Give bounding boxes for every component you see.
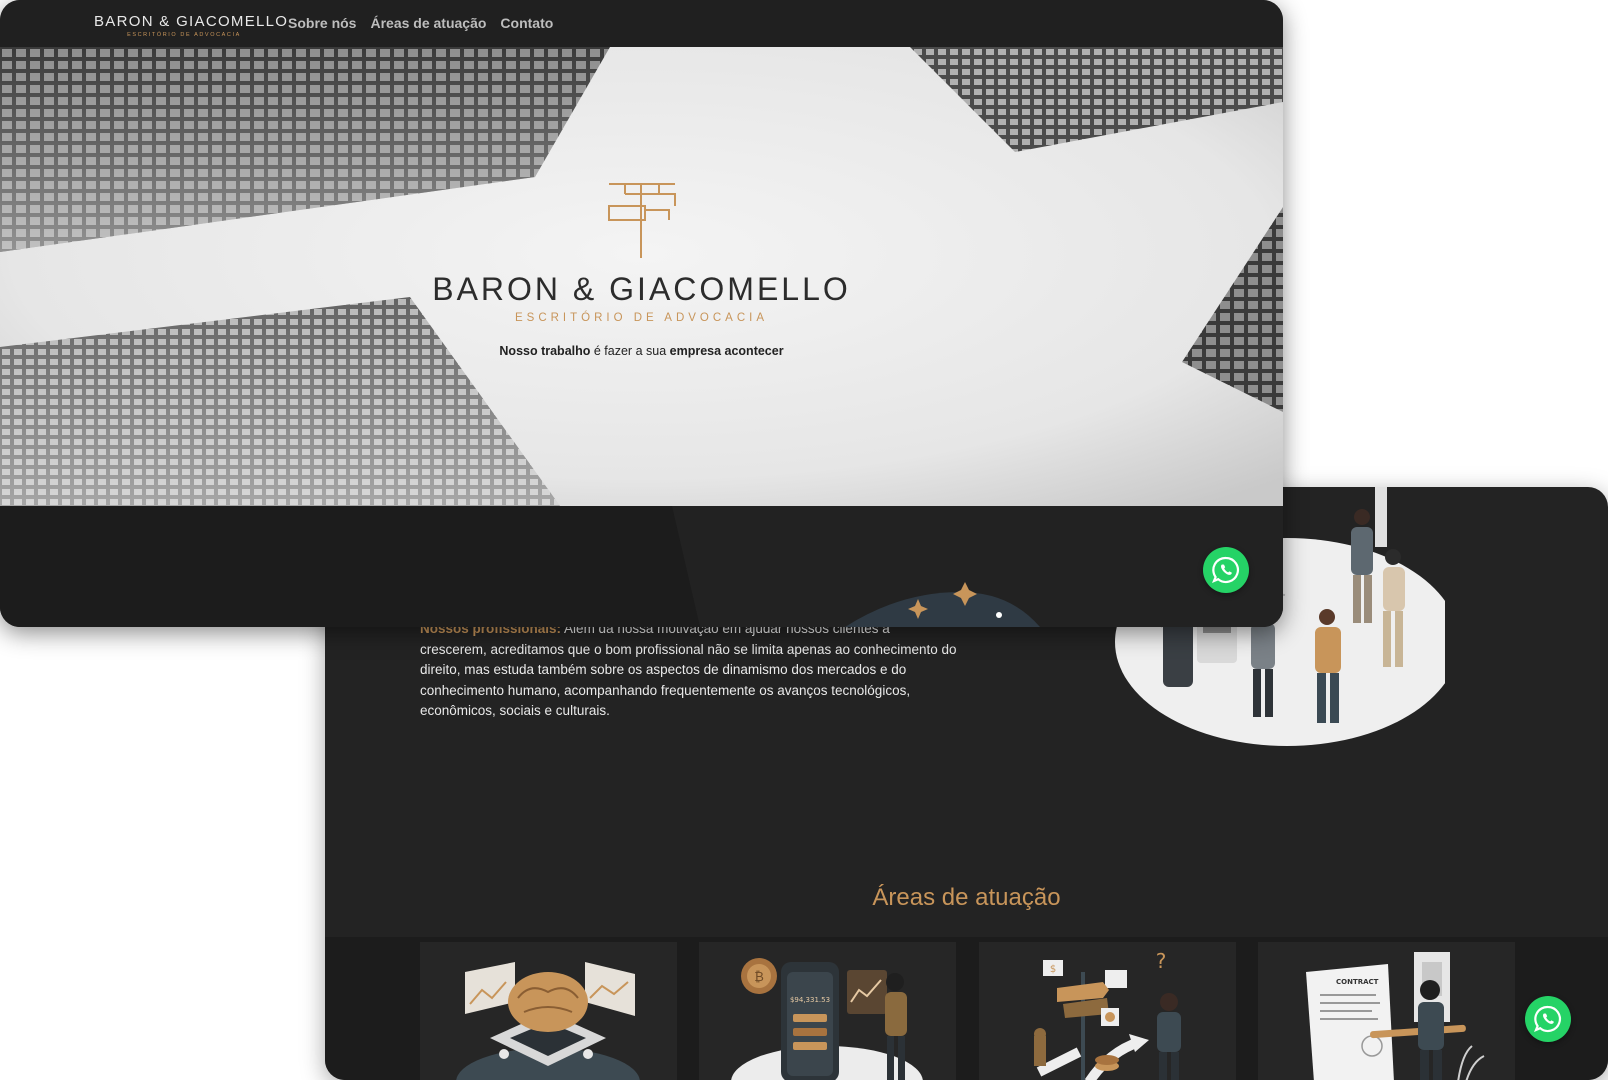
whatsapp-icon (1534, 1005, 1561, 1033)
tagline-bold-2: empresa acontecer (669, 344, 784, 358)
crypto-finance-illustration: ₿ $94,331.53 (731, 958, 923, 1080)
nav-link-areas[interactable]: Áreas de atuação (370, 15, 486, 31)
area-card-2[interactable]: ₿ $94,331.53 (699, 942, 956, 1080)
whatsapp-button[interactable] (1525, 996, 1571, 1042)
hero-section: BARON & GIACOMELLO ESCRITÓRIO DE ADVOCAC… (0, 47, 1283, 506)
strategy-decision-illustration: $ ? (1034, 949, 1181, 1080)
tagline-bold-1: Nosso trabalho (499, 344, 591, 358)
whatsapp-icon (1212, 556, 1239, 584)
strip-shading (0, 506, 1283, 627)
contract-signing-illustration: CONTRACT (1306, 952, 1485, 1080)
nav-links: Sobre nós Áreas de atuação Contato (288, 15, 553, 31)
nav-logo-subtext: ESCRITÓRIO DE ADVOCACIA (127, 32, 241, 38)
nav-logo[interactable]: BARON & GIACOMELLO ESCRITÓRIO DE ADVOCAC… (94, 13, 289, 38)
hero-brand-name: BARON & GIACOMELLO (432, 271, 851, 307)
area-card-1[interactable] (420, 942, 677, 1080)
firm-emblem-logo (608, 183, 676, 258)
nav-link-sobre[interactable]: Sobre nós (288, 15, 356, 31)
about-paragraph: Nossos profissionais: Além da nossa moti… (420, 619, 960, 722)
area-card-4[interactable]: CONTRACT (1258, 942, 1515, 1080)
contract-label-text: CONTRACT (1336, 978, 1379, 986)
svg-text:$: $ (1050, 964, 1056, 975)
areas-section-title: Áreas de atuação (872, 884, 1061, 911)
hero-tagline: Nosso trabalho é fazer a sua empresa aco… (0, 344, 1283, 358)
crypto-balance-text: $94,331.53 (790, 996, 830, 1004)
tagline-middle: é fazer a sua (590, 344, 670, 358)
whatsapp-button[interactable] (1203, 547, 1249, 593)
top-navbar: BARON & GIACOMELLO ESCRITÓRIO DE ADVOCAC… (0, 0, 1283, 47)
svg-text:?: ? (1156, 949, 1167, 973)
brain-analysis-illustration (456, 962, 640, 1080)
home-page-screenshot: BARON & GIACOMELLO ESCRITÓRIO DE ADVOCAC… (0, 0, 1283, 627)
svg-text:₿: ₿ (754, 970, 764, 985)
nav-link-contato[interactable]: Contato (500, 15, 553, 31)
hero-bottom-strip (0, 506, 1283, 627)
nav-logo-text: BARON & GIACOMELLO (94, 13, 289, 30)
area-card-3[interactable]: $ ? (979, 942, 1236, 1080)
hero-subtitle: ESCRITÓRIO DE ADVOCACIA (514, 312, 769, 324)
